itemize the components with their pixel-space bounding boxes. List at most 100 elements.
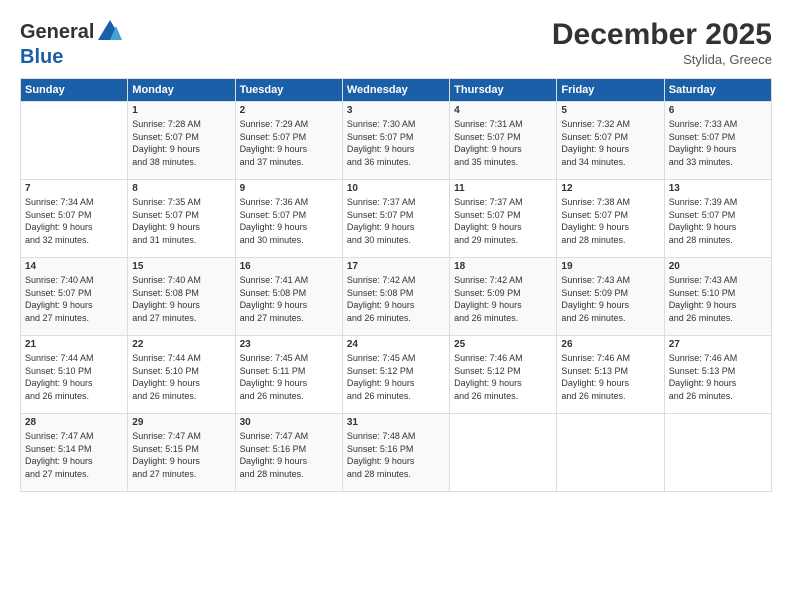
- calendar-cell: 12Sunrise: 7:38 AM Sunset: 5:07 PM Dayli…: [557, 180, 664, 258]
- day-info: Sunrise: 7:32 AM Sunset: 5:07 PM Dayligh…: [561, 118, 659, 168]
- calendar-cell: 25Sunrise: 7:46 AM Sunset: 5:12 PM Dayli…: [450, 336, 557, 414]
- day-info: Sunrise: 7:40 AM Sunset: 5:08 PM Dayligh…: [132, 274, 230, 324]
- day-header-saturday: Saturday: [664, 79, 771, 102]
- day-info: Sunrise: 7:41 AM Sunset: 5:08 PM Dayligh…: [240, 274, 338, 324]
- week-row-2: 14Sunrise: 7:40 AM Sunset: 5:07 PM Dayli…: [21, 258, 772, 336]
- day-number: 18: [454, 261, 552, 272]
- page: General Blue December 2025 Stylida, Gree…: [0, 0, 792, 612]
- calendar-cell: 24 Sunrise: 7:45 AM Sunset: 5:12 PM Dayli…: [342, 336, 449, 414]
- logo-general: General: [20, 21, 94, 43]
- week-row-0: 1Sunrise: 7:28 AM Sunset: 5:07 PM Daylig…: [21, 102, 772, 180]
- calendar-cell: 21 Sunrise: 7:44 AM Sunset: 5:10 PM Dayli…: [21, 336, 128, 414]
- day-header-wednesday: Wednesday: [342, 79, 449, 102]
- calendar-cell: 14Sunrise: 7:40 AM Sunset: 5:07 PM Dayli…: [21, 258, 128, 336]
- calendar-cell: 18 Sunrise: 7:42 AM Sunset: 5:09 PM Dayli…: [450, 258, 557, 336]
- title-block: December 2025 Stylida, Greece: [552, 18, 772, 67]
- day-info: Sunrise: 7:44 AM Sunset: 5:10 PM Dayligh…: [132, 352, 230, 402]
- day-number: 12: [561, 183, 659, 194]
- day-number: 5: [561, 105, 659, 116]
- day-number: 9: [240, 183, 338, 194]
- calendar-table: SundayMondayTuesdayWednesdayThursdayFrid…: [20, 78, 772, 492]
- calendar-cell: 13Sunrise: 7:39 AM Sunset: 5:07 PM Dayli…: [664, 180, 771, 258]
- day-number: 22: [132, 339, 230, 350]
- day-number: 1: [132, 105, 230, 116]
- day-number: 26: [561, 339, 659, 350]
- day-header-sunday: Sunday: [21, 79, 128, 102]
- day-info: Sunrise: 7:43 AM Sunset: 5:10 PM Dayligh…: [669, 274, 767, 324]
- day-info: Sunrise: 7:45 AM Sunset: 5:11 PM Dayligh…: [240, 352, 338, 402]
- calendar-cell: 20 Sunrise: 7:43 AM Sunset: 5:10 PM Dayli…: [664, 258, 771, 336]
- day-number: 19: [561, 261, 659, 272]
- day-header-friday: Friday: [557, 79, 664, 102]
- day-number: 23: [240, 339, 338, 350]
- day-info: Sunrise: 7:47 AM Sunset: 5:16 PM Dayligh…: [240, 430, 338, 480]
- day-info: Sunrise: 7:33 AM Sunset: 5:07 PM Dayligh…: [669, 118, 767, 168]
- day-info: Sunrise: 7:47 AM Sunset: 5:14 PM Dayligh…: [25, 430, 123, 480]
- calendar-cell: [557, 414, 664, 492]
- day-info: Sunrise: 7:36 AM Sunset: 5:07 PM Dayligh…: [240, 196, 338, 246]
- day-header-monday: Monday: [128, 79, 235, 102]
- calendar-cell: [21, 102, 128, 180]
- day-info: Sunrise: 7:46 AM Sunset: 5:13 PM Dayligh…: [561, 352, 659, 402]
- calendar-cell: 11Sunrise: 7:37 AM Sunset: 5:07 PM Dayli…: [450, 180, 557, 258]
- calendar-cell: 27 Sunrise: 7:46 AM Sunset: 5:13 PM Dayli…: [664, 336, 771, 414]
- logo-blue: Blue: [20, 46, 124, 68]
- day-number: 3: [347, 105, 445, 116]
- calendar-cell: 4Sunrise: 7:31 AM Sunset: 5:07 PM Daylig…: [450, 102, 557, 180]
- day-number: 20: [669, 261, 767, 272]
- month-title: December 2025: [552, 18, 772, 52]
- calendar-cell: 3 Sunrise: 7:30 AM Sunset: 5:07 PM Daylig…: [342, 102, 449, 180]
- calendar-cell: 2 Sunrise: 7:29 AM Sunset: 5:07 PM Daylig…: [235, 102, 342, 180]
- day-info: Sunrise: 7:29 AM Sunset: 5:07 PM Dayligh…: [240, 118, 338, 168]
- calendar-cell: [664, 414, 771, 492]
- calendar-cell: [450, 414, 557, 492]
- calendar-cell: 5 Sunrise: 7:32 AM Sunset: 5:07 PM Daylig…: [557, 102, 664, 180]
- calendar-cell: 31Sunrise: 7:48 AM Sunset: 5:16 PM Dayli…: [342, 414, 449, 492]
- header: General Blue December 2025 Stylida, Gree…: [20, 18, 772, 68]
- day-number: 7: [25, 183, 123, 194]
- calendar-cell: 7 Sunrise: 7:34 AM Sunset: 5:07 PM Daylig…: [21, 180, 128, 258]
- day-info: Sunrise: 7:37 AM Sunset: 5:07 PM Dayligh…: [347, 196, 445, 246]
- week-row-4: 28 Sunrise: 7:47 AM Sunset: 5:14 PM Dayli…: [21, 414, 772, 492]
- day-number: 13: [669, 183, 767, 194]
- day-info: Sunrise: 7:47 AM Sunset: 5:15 PM Dayligh…: [132, 430, 230, 480]
- day-info: Sunrise: 7:42 AM Sunset: 5:08 PM Dayligh…: [347, 274, 445, 324]
- week-row-1: 7 Sunrise: 7:34 AM Sunset: 5:07 PM Daylig…: [21, 180, 772, 258]
- calendar-cell: 8 Sunrise: 7:35 AM Sunset: 5:07 PM Daylig…: [128, 180, 235, 258]
- calendar-cell: 1Sunrise: 7:28 AM Sunset: 5:07 PM Daylig…: [128, 102, 235, 180]
- day-info: Sunrise: 7:45 AM Sunset: 5:12 PM Dayligh…: [347, 352, 445, 402]
- day-number: 4: [454, 105, 552, 116]
- day-number: 2: [240, 105, 338, 116]
- day-info: Sunrise: 7:46 AM Sunset: 5:13 PM Dayligh…: [669, 352, 767, 402]
- day-header-thursday: Thursday: [450, 79, 557, 102]
- calendar-cell: 22 Sunrise: 7:44 AM Sunset: 5:10 PM Dayli…: [128, 336, 235, 414]
- day-number: 27: [669, 339, 767, 350]
- day-number: 21: [25, 339, 123, 350]
- calendar-cell: 15 Sunrise: 7:40 AM Sunset: 5:08 PM Dayli…: [128, 258, 235, 336]
- logo: General Blue: [20, 18, 124, 68]
- calendar-cell: 17Sunrise: 7:42 AM Sunset: 5:08 PM Dayli…: [342, 258, 449, 336]
- day-info: Sunrise: 7:37 AM Sunset: 5:07 PM Dayligh…: [454, 196, 552, 246]
- calendar-cell: 6 Sunrise: 7:33 AM Sunset: 5:07 PM Daylig…: [664, 102, 771, 180]
- day-header-tuesday: Tuesday: [235, 79, 342, 102]
- calendar-cell: 28 Sunrise: 7:47 AM Sunset: 5:14 PM Dayli…: [21, 414, 128, 492]
- day-number: 6: [669, 105, 767, 116]
- day-number: 15: [132, 261, 230, 272]
- header-row: SundayMondayTuesdayWednesdayThursdayFrid…: [21, 79, 772, 102]
- day-number: 30: [240, 417, 338, 428]
- calendar-cell: 16Sunrise: 7:41 AM Sunset: 5:08 PM Dayli…: [235, 258, 342, 336]
- day-info: Sunrise: 7:34 AM Sunset: 5:07 PM Dayligh…: [25, 196, 123, 246]
- calendar-cell: 26 Sunrise: 7:46 AM Sunset: 5:13 PM Dayli…: [557, 336, 664, 414]
- day-number: 8: [132, 183, 230, 194]
- day-number: 24: [347, 339, 445, 350]
- day-info: Sunrise: 7:42 AM Sunset: 5:09 PM Dayligh…: [454, 274, 552, 324]
- day-info: Sunrise: 7:44 AM Sunset: 5:10 PM Dayligh…: [25, 352, 123, 402]
- day-info: Sunrise: 7:35 AM Sunset: 5:07 PM Dayligh…: [132, 196, 230, 246]
- day-number: 25: [454, 339, 552, 350]
- calendar-cell: 10Sunrise: 7:37 AM Sunset: 5:07 PM Dayli…: [342, 180, 449, 258]
- day-number: 28: [25, 417, 123, 428]
- day-number: 29: [132, 417, 230, 428]
- calendar-cell: 19Sunrise: 7:43 AM Sunset: 5:09 PM Dayli…: [557, 258, 664, 336]
- day-info: Sunrise: 7:30 AM Sunset: 5:07 PM Dayligh…: [347, 118, 445, 168]
- day-info: Sunrise: 7:40 AM Sunset: 5:07 PM Dayligh…: [25, 274, 123, 324]
